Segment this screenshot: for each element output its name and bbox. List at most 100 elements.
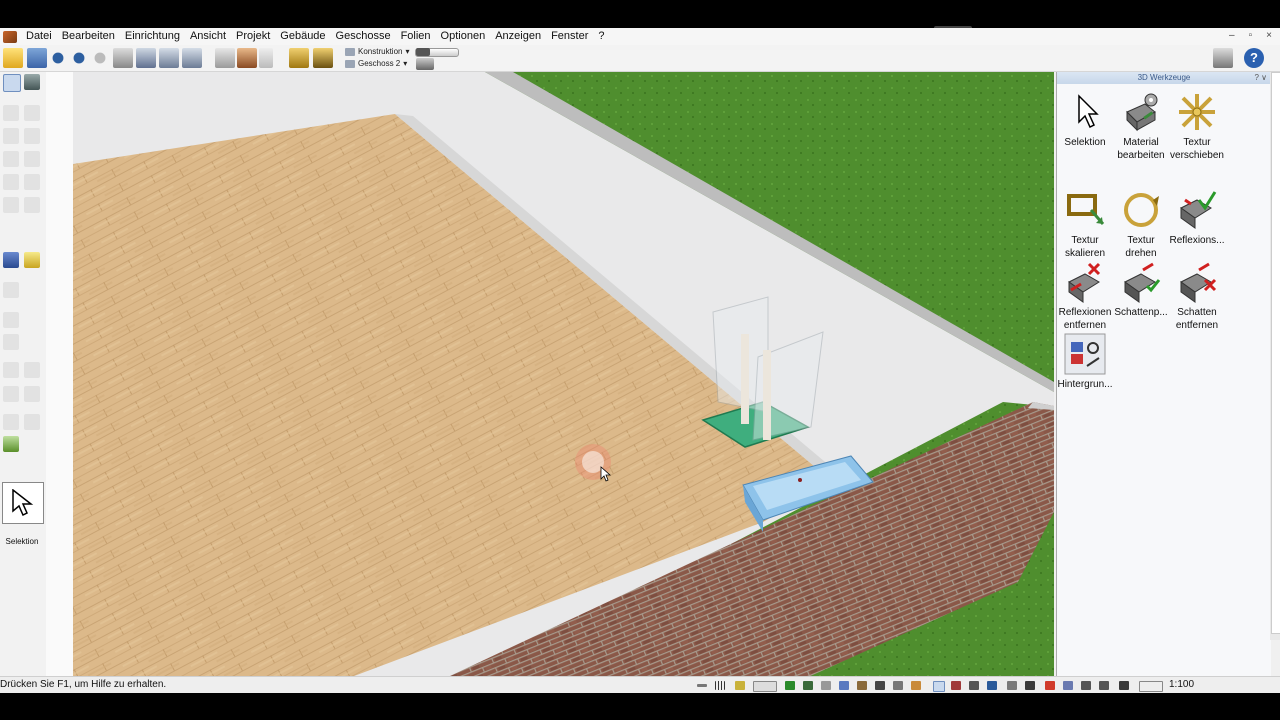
grid-icon[interactable]: [715, 681, 725, 690]
panel-scrollbar[interactable]: [1270, 72, 1280, 640]
redo-icon[interactable]: [71, 48, 87, 68]
app-logo-icon: [3, 30, 17, 43]
tool-textur-drehen[interactable]: Textur drehen: [1113, 188, 1169, 260]
cut-icon[interactable]: [1025, 681, 1035, 690]
measure-icon[interactable]: [289, 48, 309, 68]
cursor-icon: [12, 489, 34, 517]
plant-icon[interactable]: [803, 681, 813, 690]
texture-scale-icon: [1063, 188, 1107, 232]
3d-viewport[interactable]: [73, 72, 1054, 684]
tool-disabled-icon: [24, 174, 40, 190]
print-preview-icon[interactable]: [136, 48, 156, 68]
tool-reflexions[interactable]: Reflexions...: [1169, 188, 1225, 247]
status-line-icon[interactable]: [697, 684, 707, 687]
terrain-icon[interactable]: [785, 681, 795, 690]
main-toolbar: Konstruktion ▾ Geschoss 2 ▾ ?: [0, 45, 1280, 72]
reflection-remove-icon: [1063, 260, 1107, 304]
scrollbar-thumb[interactable]: [1271, 72, 1280, 634]
tool-disabled-icon: [3, 414, 19, 430]
layer-combo[interactable]: Konstruktion ▾: [345, 47, 409, 56]
zoom-window-icon[interactable]: [159, 48, 179, 68]
record-icon[interactable]: [1045, 681, 1055, 690]
tool-reflexionen-entfernen[interactable]: Reflexionen entfernen: [1057, 260, 1113, 332]
tool-schattenp[interactable]: Schattenp...: [1113, 260, 1169, 319]
tool-textur-skalieren[interactable]: Textur skalieren: [1057, 188, 1113, 260]
tool-disabled-icon: [3, 362, 19, 378]
menu-datei[interactable]: Datei: [21, 28, 57, 45]
layer-toggle-icon[interactable]: [753, 681, 777, 692]
scale-box-icon[interactable]: [1139, 681, 1163, 692]
pen-icon[interactable]: [735, 681, 745, 690]
tool-disabled-icon: [24, 151, 40, 167]
menu-optionen[interactable]: Optionen: [436, 28, 491, 45]
slider-knob[interactable]: [416, 48, 430, 56]
roof-icon[interactable]: [951, 681, 961, 690]
menu-anzeigen[interactable]: Anzeigen: [490, 28, 546, 45]
restore-button[interactable]: ▫: [1249, 30, 1253, 41]
windows-icon[interactable]: [839, 681, 849, 690]
window-controls: – ▫ ×: [1229, 30, 1272, 41]
active-selection-tool[interactable]: [2, 482, 44, 524]
status-message: Drücken Sie F1, um Hilfe zu erhalten.: [0, 679, 167, 690]
menu-ansicht[interactable]: Ansicht: [185, 28, 231, 45]
pipette-icon[interactable]: [313, 48, 333, 68]
zoom-all-icon[interactable]: [182, 48, 202, 68]
tool-schatten-entfernen[interactable]: Schatten entfernen: [1169, 260, 1225, 332]
settings-gear-icon[interactable]: [416, 58, 434, 70]
transparency-slider[interactable]: [415, 48, 459, 57]
save-icon[interactable]: [27, 48, 47, 68]
shadow-remove-icon: [1175, 260, 1219, 304]
tool-disabled-icon: [3, 334, 19, 350]
dimension-icon[interactable]: [875, 681, 885, 690]
menu-folien[interactable]: Folien: [396, 28, 436, 45]
tool-disabled-icon: [3, 197, 19, 213]
texture-rotate-icon: [1119, 188, 1163, 232]
reflection-icon: [1175, 188, 1219, 232]
tool-hintergrund[interactable]: Hintergrun...: [1057, 332, 1113, 391]
text-icon[interactable]: [893, 681, 903, 690]
stairs-icon[interactable]: [857, 681, 867, 690]
minimize-button[interactable]: –: [1229, 30, 1235, 41]
menu-einrichtung[interactable]: Einrichtung: [120, 28, 185, 45]
menu-help[interactable]: ?: [593, 28, 609, 45]
close-button[interactable]: ×: [1266, 30, 1272, 41]
redo-disabled-icon: [92, 48, 108, 68]
section-icon[interactable]: [969, 681, 979, 690]
camera-icon[interactable]: [987, 681, 997, 690]
brush-icon[interactable]: [1119, 681, 1129, 690]
print-icon[interactable]: [113, 48, 133, 68]
menu-bearbeiten[interactable]: Bearbeiten: [57, 28, 120, 45]
furniture-chair-icon[interactable]: [3, 252, 19, 268]
menu-geschosse[interactable]: Geschosse: [331, 28, 396, 45]
open-file-icon[interactable]: [3, 48, 23, 68]
tool-textur-verschieben[interactable]: Textur verschieben: [1169, 90, 1225, 162]
view-icon[interactable]: [259, 48, 273, 68]
catalog-book-icon[interactable]: [1213, 48, 1233, 68]
undo-icon[interactable]: [50, 48, 66, 68]
help-icon[interactable]: ?: [1244, 48, 1264, 68]
pan-icon[interactable]: [215, 48, 235, 68]
light-icon[interactable]: [1007, 681, 1017, 690]
terrain-tool-icon[interactable]: [3, 436, 19, 452]
layer-icon: [345, 47, 355, 56]
snap-icon[interactable]: [933, 681, 945, 692]
texture-tool-icon[interactable]: [24, 252, 40, 268]
tool-disabled-icon: [24, 105, 40, 121]
tool-selektion[interactable]: Selektion: [1057, 90, 1113, 149]
cross-icon[interactable]: [1099, 681, 1109, 690]
walls-icon[interactable]: [821, 681, 831, 690]
left-gutter: [46, 72, 74, 684]
measure-status-icon[interactable]: [1081, 681, 1091, 690]
floor-combo[interactable]: Geschoss 2 ▾: [345, 59, 407, 68]
wall-tool-icon[interactable]: [24, 74, 40, 90]
menu-projekt[interactable]: Projekt: [231, 28, 275, 45]
panel-controls[interactable]: ? ∨: [1254, 72, 1267, 84]
select-arrow-icon[interactable]: [3, 74, 21, 92]
menu-gebaeude[interactable]: Gebäude: [275, 28, 330, 45]
menu-fenster[interactable]: Fenster: [546, 28, 593, 45]
house-3d-icon[interactable]: [237, 48, 257, 68]
furniture-icon[interactable]: [911, 681, 921, 690]
scale-readout[interactable]: 1:100: [1169, 677, 1194, 693]
tool-material-bearbeiten[interactable]: Material bearbeiten: [1113, 90, 1169, 162]
abc-icon[interactable]: [1063, 681, 1073, 690]
